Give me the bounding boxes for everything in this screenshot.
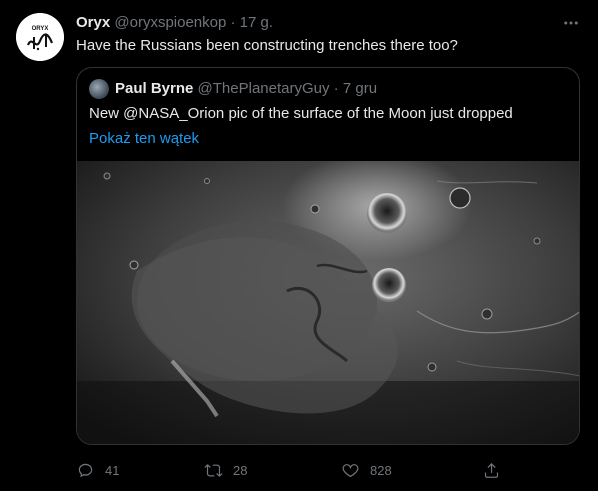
quote-time: 7 gru bbox=[342, 80, 378, 97]
share-icon bbox=[484, 462, 499, 478]
reply-icon bbox=[78, 463, 93, 477]
like-button[interactable]: 828 bbox=[341, 458, 392, 482]
quote-text: New @NASA_Orion pic of the surface of th… bbox=[89, 105, 513, 122]
more-icon bbox=[564, 21, 578, 25]
more-button[interactable] bbox=[558, 10, 584, 36]
show-thread-link[interactable]: Pokaż ten wątek bbox=[89, 129, 199, 149]
tweet-time[interactable]: 17 g. bbox=[240, 14, 273, 31]
tweet-actions: 41 28 828 bbox=[76, 458, 580, 482]
like-icon bbox=[342, 463, 359, 477]
retweet-count: 28 bbox=[233, 462, 248, 478]
quoted-tweet[interactable]: Paul Byrne @ThePlanetaryGuy · 7 gru New … bbox=[76, 67, 580, 445]
share-button[interactable] bbox=[482, 458, 501, 482]
quote-header: Paul Byrne @ThePlanetaryGuy · 7 gru bbox=[115, 79, 377, 99]
oryx-logo-text: ORYX bbox=[32, 26, 49, 32]
oryx-logo: ORYX bbox=[16, 13, 64, 61]
header-separator: · bbox=[230, 14, 236, 31]
moon-surface-image[interactable] bbox=[77, 161, 580, 445]
retweet-button[interactable]: 28 bbox=[204, 458, 247, 482]
tweet-text: Have the Russians been constructing tren… bbox=[76, 37, 458, 54]
retweet-icon bbox=[204, 463, 223, 477]
like-count: 828 bbox=[370, 462, 392, 478]
author-avatar[interactable]: ORYX bbox=[16, 13, 64, 61]
reply-count: 41 bbox=[105, 462, 120, 478]
author-handle[interactable]: @oryxspioenkop bbox=[114, 14, 226, 31]
quote-author-name: Paul Byrne bbox=[115, 80, 194, 97]
tweet[interactable]: ORYX Oryx @oryxspioenkop · 17 g. Have th… bbox=[0, 0, 598, 491]
quote-author-avatar bbox=[89, 79, 109, 99]
quote-header-separator: · bbox=[333, 80, 339, 97]
reply-button[interactable]: 41 bbox=[76, 458, 119, 482]
author-name[interactable]: Oryx bbox=[76, 14, 110, 31]
tweet-header: Oryx @oryxspioenkop · 17 g. bbox=[76, 13, 273, 33]
quote-author-handle: @ThePlanetaryGuy bbox=[197, 80, 330, 97]
